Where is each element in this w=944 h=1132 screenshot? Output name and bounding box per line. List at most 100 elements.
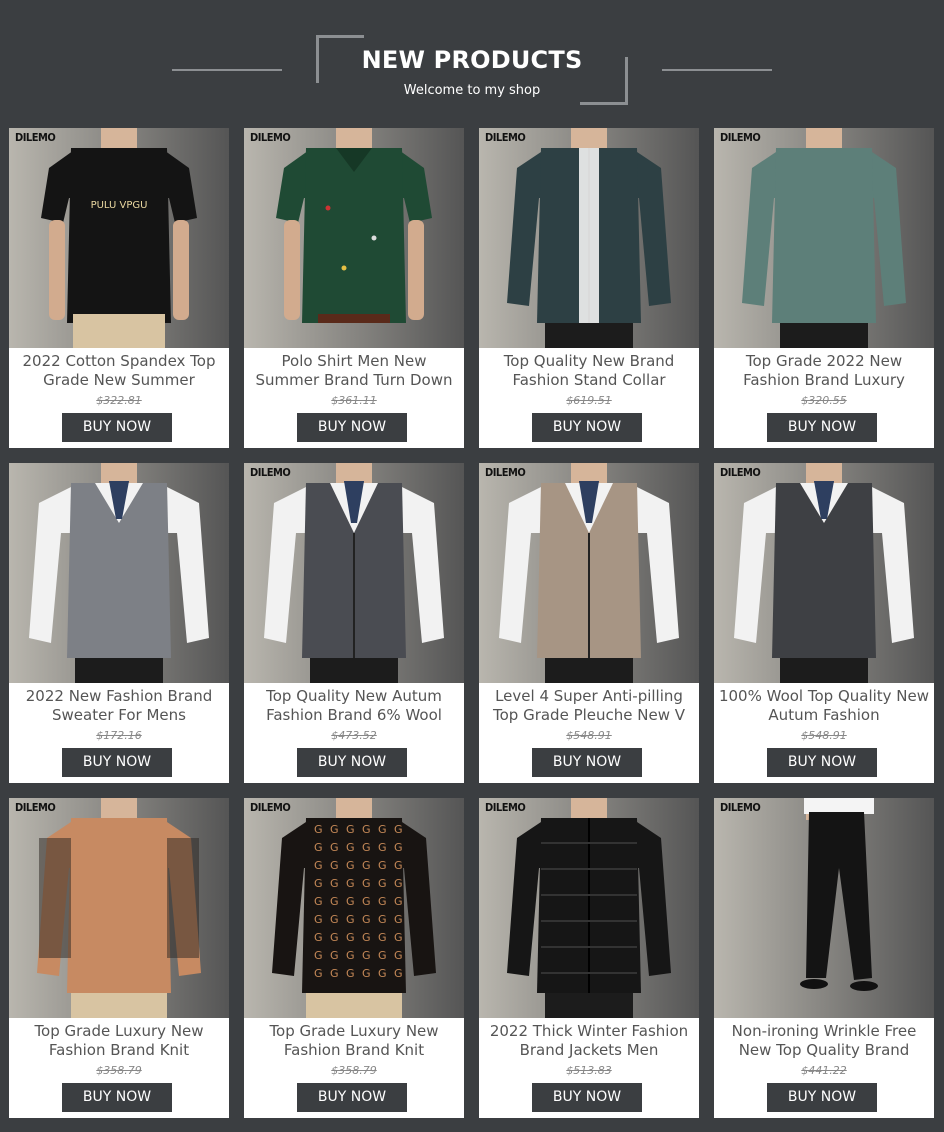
svg-text:G: G xyxy=(362,895,371,908)
svg-text:G: G xyxy=(346,841,355,854)
product-card[interactable]: GGGGGGGGGGGGGGGGGGGGGGGGGGGGGGGGGGGGGGGG… xyxy=(244,798,464,1118)
product-name[interactable]: 2022 Thick Winter Fashion Brand Jackets … xyxy=(483,1022,695,1062)
product-image[interactable] xyxy=(479,128,699,348)
section-title: NEW PRODUCTS xyxy=(361,46,583,74)
svg-text:G: G xyxy=(362,877,371,890)
product-card[interactable]: DILEMO Top Quality New Autum Fashion Bran… xyxy=(244,463,464,783)
svg-text:G: G xyxy=(346,859,355,872)
product-name[interactable]: Level 4 Super Anti-pilling Top Grade Ple… xyxy=(483,687,695,727)
svg-text:G: G xyxy=(330,823,339,836)
svg-text:G: G xyxy=(314,949,323,962)
product-name[interactable]: 2022 Cotton Spandex Top Grade New Summer xyxy=(13,352,225,392)
svg-text:G: G xyxy=(378,841,387,854)
product-original-price: $441.22 xyxy=(801,1064,847,1077)
product-photo-illustration xyxy=(479,128,699,348)
svg-text:G: G xyxy=(378,877,387,890)
product-name[interactable]: Top Grade Luxury New Fashion Brand Knit xyxy=(248,1022,460,1062)
buy-now-button[interactable]: BUY NOW xyxy=(532,413,642,442)
product-original-price: $548.91 xyxy=(566,729,612,742)
svg-text:G: G xyxy=(362,859,371,872)
product-image[interactable] xyxy=(479,798,699,1018)
brand-watermark: DILEMO xyxy=(485,801,526,814)
svg-text:G: G xyxy=(314,931,323,944)
svg-text:G: G xyxy=(362,841,371,854)
section-subtitle: Welcome to my shop xyxy=(403,83,541,98)
product-card[interactable]: DILEMO 100% Wool Top Quality New Autum Fa… xyxy=(714,463,934,783)
svg-text:G: G xyxy=(346,913,355,926)
product-name[interactable]: 2022 New Fashion Brand Sweater For Mens xyxy=(13,687,225,727)
brand-watermark: DILEMO xyxy=(485,131,526,144)
buy-now-button[interactable]: BUY NOW xyxy=(297,1083,407,1112)
svg-text:G: G xyxy=(362,823,371,836)
buy-now-button[interactable]: BUY NOW xyxy=(297,413,407,442)
product-name[interactable]: Polo Shirt Men New Summer Brand Turn Dow… xyxy=(248,352,460,392)
svg-text:G: G xyxy=(330,841,339,854)
product-photo-illustration xyxy=(9,798,229,1018)
buy-now-button[interactable]: BUY NOW xyxy=(767,748,877,777)
svg-text:G: G xyxy=(330,859,339,872)
brand-watermark: DILEMO xyxy=(250,801,291,814)
product-image[interactable] xyxy=(244,128,464,348)
buy-now-button[interactable]: BUY NOW xyxy=(62,413,172,442)
brand-watermark: DILEMO xyxy=(720,466,761,479)
product-image[interactable] xyxy=(9,463,229,683)
product-card[interactable]: DILEMO 2022 Thick Winter Fashion Brand Ja… xyxy=(479,798,699,1118)
product-image[interactable] xyxy=(714,798,934,1018)
product-name[interactable]: Top Grade Luxury New Fashion Brand Knit xyxy=(13,1022,225,1062)
buy-now-button[interactable]: BUY NOW xyxy=(532,1083,642,1112)
product-original-price: $513.83 xyxy=(566,1064,612,1077)
brand-watermark: DILEMO xyxy=(720,801,761,814)
product-name[interactable]: Top Quality New Autum Fashion Brand 6% W… xyxy=(248,687,460,727)
brand-watermark: DILEMO xyxy=(485,466,526,479)
svg-text:G: G xyxy=(378,895,387,908)
buy-now-button[interactable]: BUY NOW xyxy=(767,413,877,442)
svg-text:PULU VPGU: PULU VPGU xyxy=(91,200,148,211)
product-image[interactable] xyxy=(9,798,229,1018)
buy-now-button[interactable]: BUY NOW xyxy=(297,748,407,777)
svg-text:G: G xyxy=(362,967,371,980)
brand-watermark: DILEMO xyxy=(720,131,761,144)
svg-text:G: G xyxy=(346,823,355,836)
svg-text:G: G xyxy=(330,913,339,926)
product-original-price: $619.51 xyxy=(566,394,612,407)
svg-text:G: G xyxy=(346,967,355,980)
buy-now-button[interactable]: BUY NOW xyxy=(532,748,642,777)
product-name[interactable]: Non-ironing Wrinkle Free New Top Quality… xyxy=(718,1022,930,1062)
product-photo-illustration: G G G G G GG G G G G GG G G G G GG G G G G GG G G G G GG G G G G GG G G G… xyxy=(244,798,464,1018)
product-name[interactable]: 100% Wool Top Quality New Autum Fashion xyxy=(718,687,930,727)
product-photo-illustration xyxy=(479,463,699,683)
product-photo-illustration xyxy=(714,128,934,348)
product-image[interactable] xyxy=(714,463,934,683)
product-card[interactable]: DILEMO Level 4 Super Anti-pilling Top Gra… xyxy=(479,463,699,783)
buy-now-button[interactable]: BUY NOW xyxy=(767,1083,877,1112)
product-original-price: $358.79 xyxy=(96,1064,142,1077)
product-card[interactable]: PULU VPGU DILEMO 2022 Cotton Spandex Top G… xyxy=(9,128,229,448)
svg-text:G: G xyxy=(330,895,339,908)
product-card[interactable]: DILEMO Top Grade 2022 New Fashion Brand L… xyxy=(714,128,934,448)
product-original-price: $322.81 xyxy=(96,394,142,407)
buy-now-button[interactable]: BUY NOW xyxy=(62,1083,172,1112)
section-header: NEW PRODUCTS Welcome to my shop xyxy=(0,0,944,127)
svg-text:G: G xyxy=(330,931,339,944)
product-name[interactable]: Top Grade 2022 New Fashion Brand Luxury xyxy=(718,352,930,392)
svg-text:G: G xyxy=(330,877,339,890)
product-image[interactable] xyxy=(479,463,699,683)
svg-text:G: G xyxy=(378,949,387,962)
buy-now-button[interactable]: BUY NOW xyxy=(62,748,172,777)
product-name[interactable]: Top Quality New Brand Fashion Stand Coll… xyxy=(483,352,695,392)
product-original-price: $473.52 xyxy=(331,729,377,742)
svg-text:G: G xyxy=(378,931,387,944)
product-image[interactable]: PULU VPGU xyxy=(9,128,229,348)
product-card[interactable]: DILEMO Non-ironing Wrinkle Free New Top Q… xyxy=(714,798,934,1118)
product-card[interactable]: DILEMO Top Grade Luxury New Fashion Brand… xyxy=(9,798,229,1118)
product-original-price: $358.79 xyxy=(331,1064,377,1077)
svg-text:G: G xyxy=(314,877,323,890)
product-card[interactable]: DILEMO Polo Shirt Men New Summer Brand Tu… xyxy=(244,128,464,448)
svg-text:G: G xyxy=(346,877,355,890)
product-card[interactable]: DILEMO Top Quality New Brand Fashion Stan… xyxy=(479,128,699,448)
product-image[interactable]: GGGGGGGGGGGGGGGGGGGGGGGGGGGGGGGGGGGGGGGG… xyxy=(244,798,464,1018)
svg-text:G: G xyxy=(362,949,371,962)
product-image[interactable] xyxy=(714,128,934,348)
product-card[interactable]: 2022 New Fashion Brand Sweater For Mens $… xyxy=(9,463,229,783)
product-image[interactable] xyxy=(244,463,464,683)
